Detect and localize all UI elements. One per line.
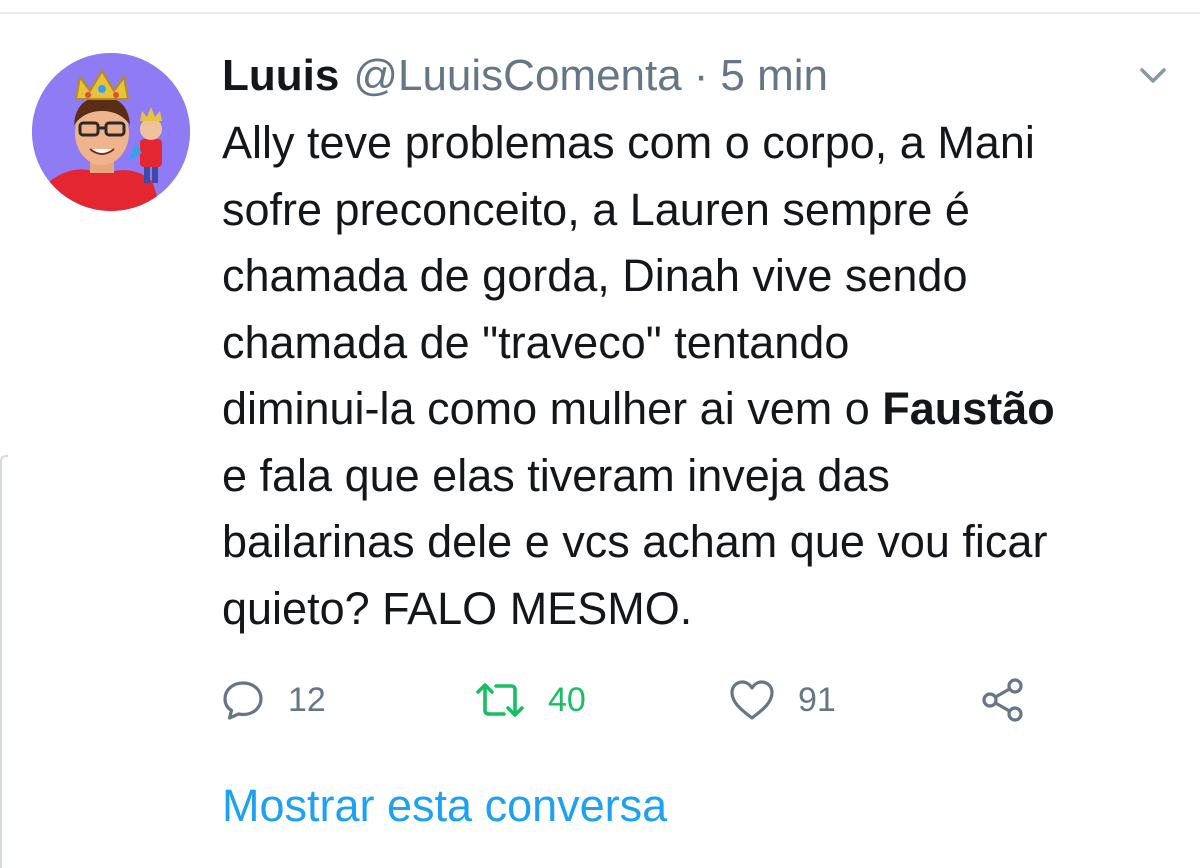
reply-count: 12 (288, 680, 326, 719)
tweet-text-line: diminui-la como mulher ai vem o Faustão (222, 376, 1182, 443)
left-edge (0, 455, 8, 868)
author-display-name[interactable]: Luuis (222, 48, 339, 104)
like-button[interactable]: 91 (728, 672, 836, 728)
tweet-text: Ally teve problemas com o corpo, a Mani … (222, 110, 1182, 642)
tweet-text-bold: Faustão (882, 383, 1055, 434)
retweet-button[interactable]: 40 (474, 672, 586, 728)
heart-icon (730, 680, 774, 720)
tweet-text-line: sofre preconceito, a Lauren sempre é (222, 183, 970, 235)
chevron-down-icon (1140, 68, 1166, 83)
author-handle[interactable]: @LuuisComenta (353, 48, 681, 104)
tweet-text-line: chamada de "traveco" tentando (222, 316, 850, 368)
tweet-text-line: bailarinas dele e vcs acham que vou fica… (222, 516, 1048, 567)
tweet-timestamp[interactable]: 5 min (720, 48, 828, 104)
tweet-text-line: e fala que elas tiveram inveja das (222, 449, 890, 501)
tweet-text-line: chamada de gorda, Dinah vive sendo (222, 250, 968, 301)
author-avatar[interactable] (32, 53, 190, 211)
tweet-header: Luuis @LuuisComenta · 5 min (222, 48, 828, 104)
tweet-text-line: quieto? FALO MESMO. (222, 582, 693, 634)
reply-button[interactable]: 12 (220, 672, 326, 728)
header-separator: · (693, 51, 709, 100)
retweet-count: 40 (548, 680, 586, 719)
tweet-menu-button[interactable] (1136, 62, 1170, 88)
tweet-text-segment: diminui-la como mulher ai vem o (222, 383, 883, 434)
like-count: 91 (798, 680, 836, 719)
retweet-icon (476, 683, 524, 717)
share-icon (982, 678, 1023, 722)
reply-icon (223, 681, 263, 720)
show-thread-link[interactable]: Mostrar esta conversa (222, 778, 667, 834)
share-button[interactable] (978, 672, 1028, 728)
tweet-actions: 12 40 91 (0, 672, 1200, 728)
avatar-image (32, 53, 190, 211)
top-divider (0, 12, 1200, 14)
tweet-text-line: Ally teve problemas com o corpo, a Mani (222, 117, 1035, 168)
